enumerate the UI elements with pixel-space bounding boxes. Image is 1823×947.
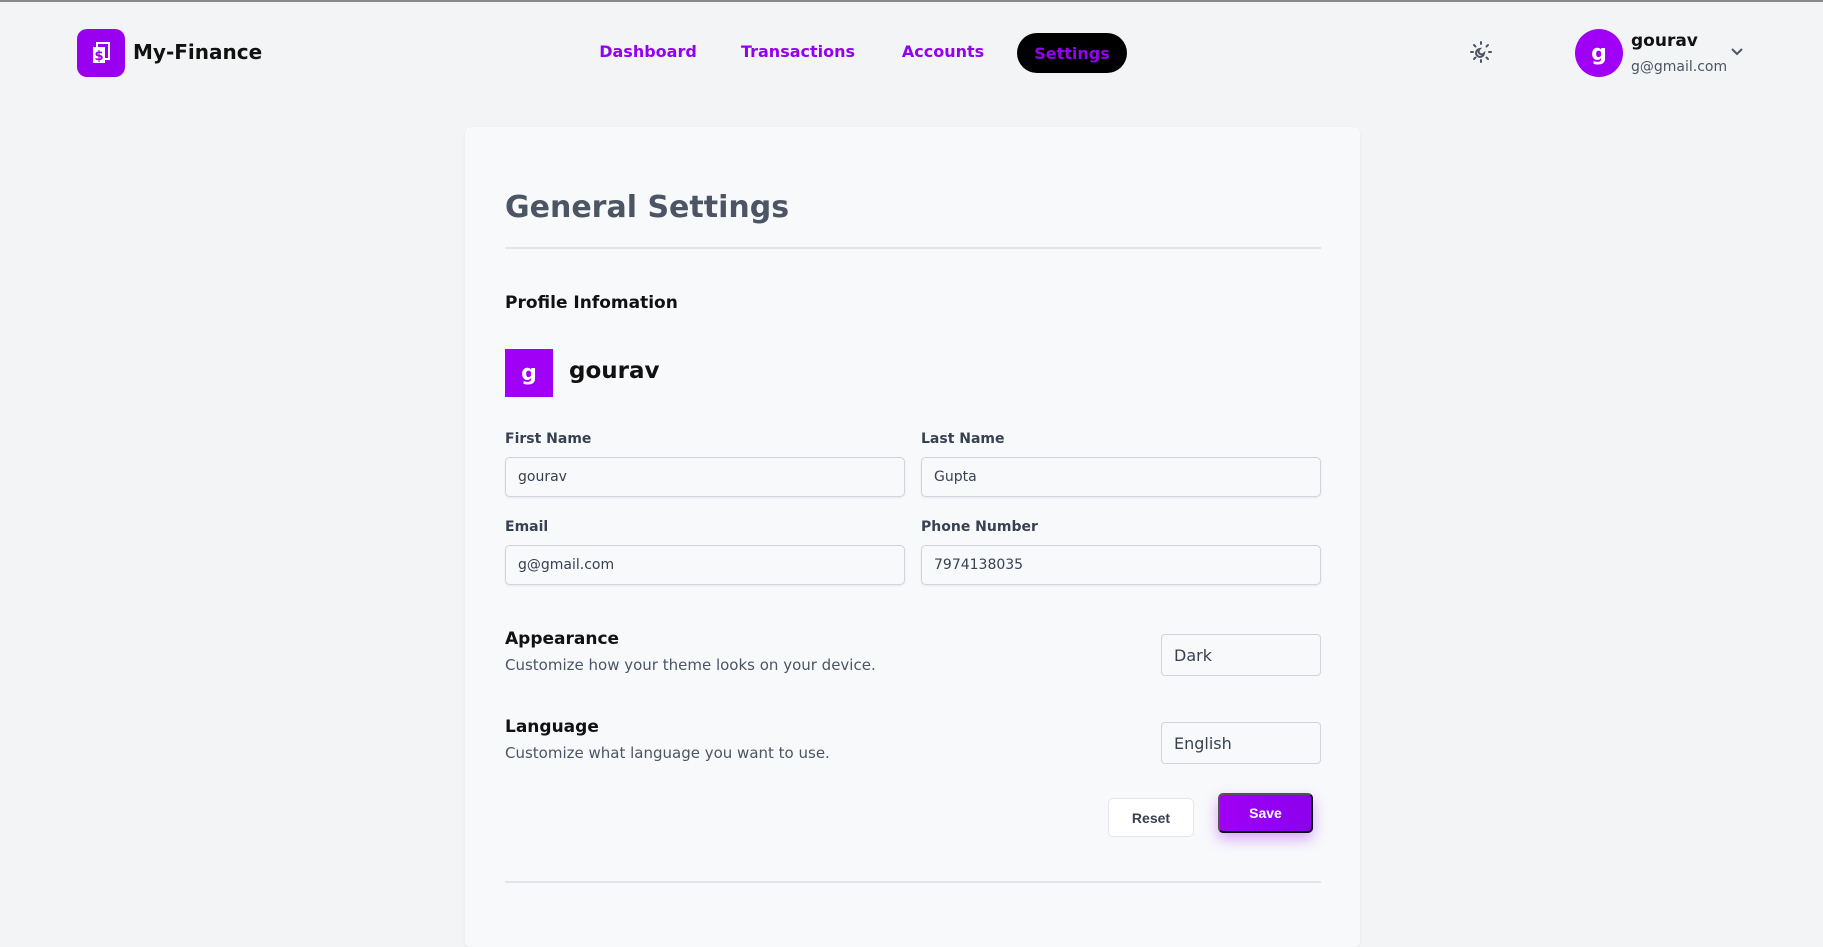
divider — [505, 881, 1321, 883]
first-name-label: First Name — [505, 431, 592, 447]
theme-toggle-icon[interactable] — [1469, 40, 1493, 68]
language-description: Customize what language you want to use. — [505, 744, 830, 762]
user-name: gourav — [1631, 31, 1698, 51]
money-icon: $ — [93, 42, 110, 64]
user-avatar[interactable]: g — [1575, 29, 1623, 77]
nav-accounts[interactable]: Accounts — [902, 42, 984, 61]
appearance-title: Appearance — [505, 629, 620, 649]
user-email: g@gmail.com — [1631, 59, 1728, 75]
last-name-label: Last Name — [921, 431, 1005, 447]
save-button[interactable]: Save — [1218, 793, 1313, 833]
app-logo[interactable]: $ — [77, 29, 125, 77]
profile-name: gourav — [569, 358, 660, 384]
chevron-down-icon[interactable] — [1729, 44, 1745, 64]
phone-input[interactable] — [921, 545, 1321, 585]
page-title: General Settings — [505, 190, 790, 225]
language-select[interactable]: English — [1161, 722, 1321, 764]
language-title: Language — [505, 717, 599, 737]
email-input[interactable] — [505, 545, 905, 585]
divider — [505, 247, 1321, 249]
profile-heading: Profile Infomation — [505, 293, 678, 313]
svg-text:$: $ — [94, 49, 103, 64]
last-name-input[interactable] — [921, 457, 1321, 497]
nav-dashboard[interactable]: Dashboard — [599, 42, 697, 61]
appearance-select[interactable]: Dark — [1161, 634, 1321, 676]
nav-transactions[interactable]: Transactions — [741, 42, 855, 61]
profile-avatar: g — [505, 349, 553, 397]
first-name-input[interactable] — [505, 457, 905, 497]
email-label: Email — [505, 519, 549, 535]
nav-settings[interactable]: Settings — [1017, 33, 1127, 73]
appearance-description: Customize how your theme looks on your d… — [505, 656, 876, 674]
app-name: My-Finance — [133, 40, 263, 64]
reset-button[interactable]: Reset — [1108, 798, 1194, 837]
phone-label: Phone Number — [921, 519, 1038, 535]
